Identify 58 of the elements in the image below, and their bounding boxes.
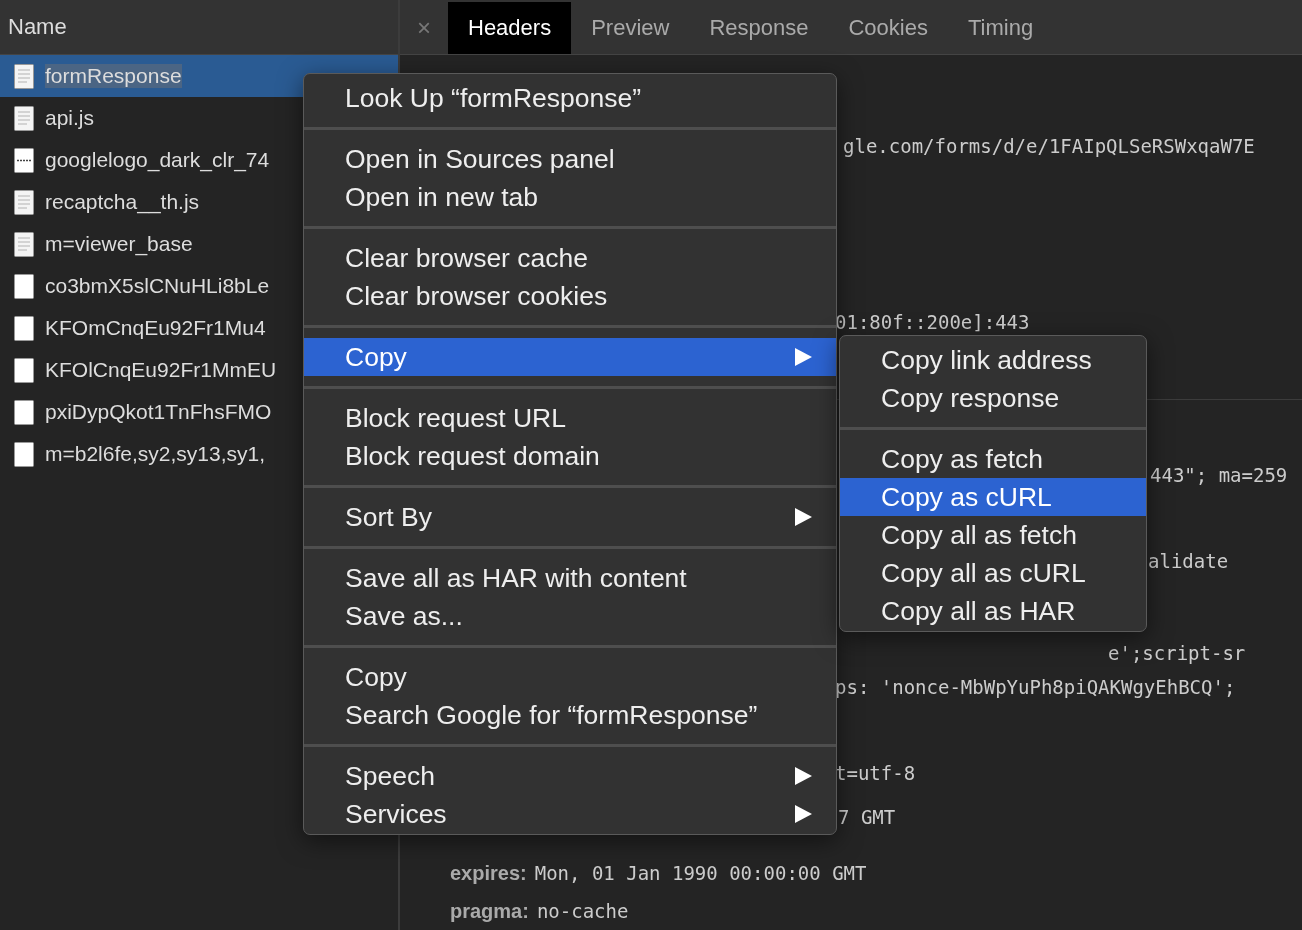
menu-item[interactable]: Copy all as HAR [840, 592, 1146, 630]
menu-item[interactable]: Copy all as fetch [840, 516, 1146, 554]
tab[interactable]: Cookies [828, 2, 948, 54]
menu-item[interactable]: Copy [304, 338, 836, 376]
request-name: KFOlCnqEu92Fr1MmEU [45, 358, 277, 382]
request-name: formResponse [45, 64, 182, 88]
menu-item[interactable]: Open in Sources panel [304, 140, 836, 178]
request-name: recaptcha__th.js [45, 190, 200, 214]
header-text: t=utf-8 [835, 762, 916, 784]
menu-item[interactable]: Save all as HAR with content [304, 559, 836, 597]
request-name: co3bmX5slCNuHLi8bLe [45, 274, 270, 298]
tab[interactable]: Headers [448, 2, 572, 54]
header-text: 7 GMT [838, 806, 896, 828]
file-icon [14, 273, 34, 299]
menu-item[interactable]: Copy as fetch [840, 440, 1146, 478]
menu-item[interactable]: Copy as cURL [840, 478, 1146, 516]
document-icon [14, 63, 34, 89]
file-icon [14, 399, 34, 425]
image-file-icon [14, 147, 34, 173]
header-name: expires: [450, 861, 527, 885]
menu-item[interactable]: Sort By [304, 498, 836, 536]
header-text: alidate [1148, 550, 1229, 572]
file-icon [14, 441, 34, 467]
header-text: 443"; ma=259 [1150, 464, 1288, 486]
column-header: Name [8, 14, 67, 40]
document-icon [14, 105, 34, 131]
menu-item[interactable]: Copy link address [840, 341, 1146, 379]
menu-item[interactable]: Copy [304, 658, 836, 696]
header-text: 01:80f::200e]:443 [835, 311, 1030, 333]
header-name: pragma: [450, 899, 529, 923]
header-value: Mon, 01 Jan 1990 00:00:00 GMT [534, 862, 867, 884]
menu-item[interactable]: Services [304, 795, 836, 833]
menu-item[interactable]: Clear browser cache [304, 239, 836, 277]
request-name: api.js [45, 106, 95, 130]
file-icon [14, 357, 34, 383]
request-name: KFOmCnqEu92Fr1Mu4 [45, 316, 266, 340]
tab[interactable]: Response [689, 2, 829, 54]
header-text: e';script-sr [1108, 642, 1246, 664]
menu-item[interactable]: Search Google for “formResponse” [304, 696, 836, 734]
menu-item[interactable]: Copy all as cURL [840, 554, 1146, 592]
request-name: pxiDypQkot1TnFhsFMO [45, 400, 272, 424]
header-value: no-cache [536, 900, 629, 922]
menu-item[interactable]: Copy response [840, 379, 1146, 417]
menu-item[interactable]: Speech [304, 757, 836, 795]
menu-item[interactable]: Save as... [304, 597, 836, 635]
menu-item[interactable]: Block request URL [304, 399, 836, 437]
request-name: m=b2l6fe,sy2,sy13,sy1, [45, 442, 266, 466]
header-text: ps: 'nonce-MbWpYuPh8piQAKWgyEhBCQ'; [835, 676, 1236, 698]
header-text: gle.com/forms/d/e/1FAIpQLSeRSWxqaW7E [843, 135, 1255, 157]
file-icon [14, 315, 34, 341]
request-name: m=viewer_base [45, 232, 193, 256]
menu-item[interactable]: Block request domain [304, 437, 836, 475]
request-name: googlelogo_dark_clr_74 [45, 148, 270, 172]
document-icon [14, 231, 34, 257]
document-icon [14, 189, 34, 215]
tab[interactable]: Preview [571, 2, 690, 54]
tab[interactable]: Timing [947, 2, 1054, 54]
menu-item[interactable]: Open in new tab [304, 178, 836, 216]
